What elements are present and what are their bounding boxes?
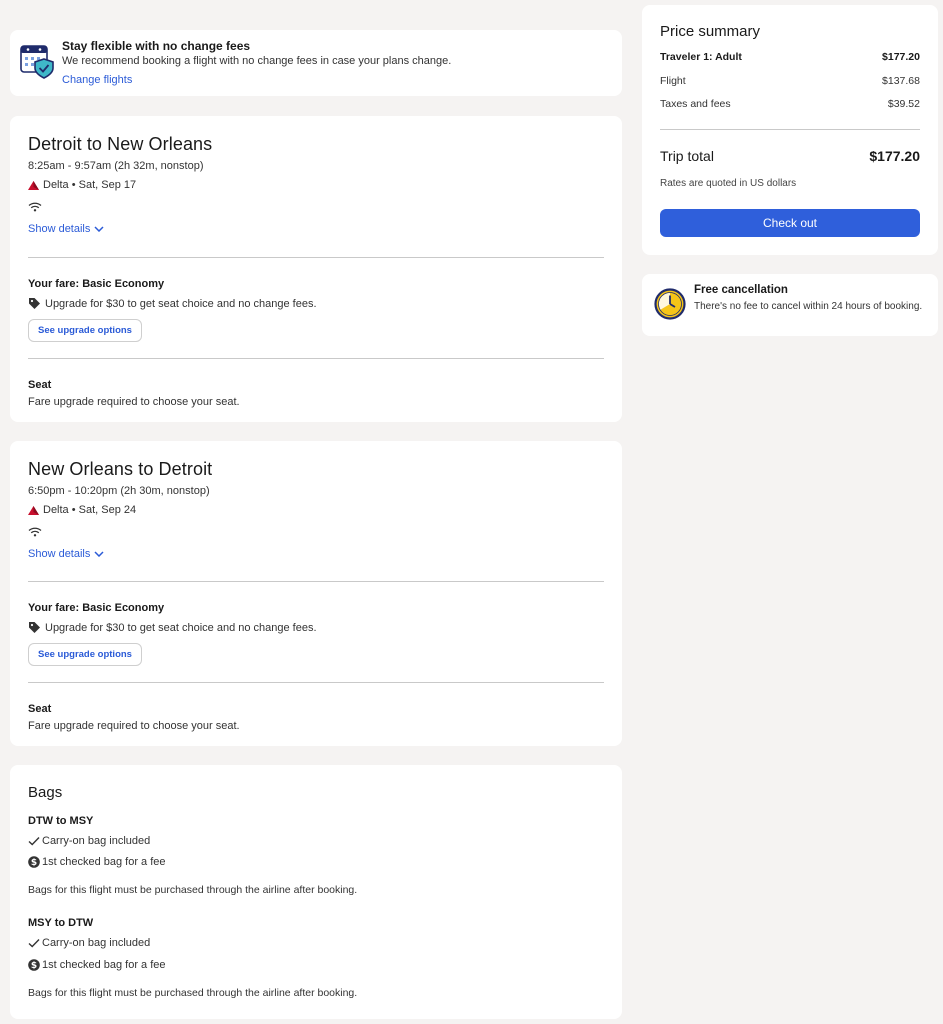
flight-airline: Delta • Sat, Sep 17: [28, 179, 136, 191]
show-details-link[interactable]: Show details: [28, 548, 104, 560]
upgrade-info: Upgrade for $30 to get seat choice and n…: [28, 297, 317, 310]
divider: [660, 129, 920, 130]
checkmark-icon: [28, 837, 40, 846]
upgrade-text: Upgrade for $30 to get seat choice and n…: [45, 621, 317, 634]
checkmark-icon: [28, 939, 40, 948]
trip-total-row: Trip total $177.20: [660, 148, 920, 164]
price-summary-title: Price summary: [660, 23, 761, 40]
flight-card-outbound: Detroit to New Orleans 8:25am - 9:57am (…: [10, 116, 622, 422]
delta-logo-icon: [28, 505, 39, 515]
bags-note: Bags for this flight must be purchased t…: [28, 884, 358, 896]
flight-price-amount: $137.68: [882, 75, 920, 87]
tag-icon: [29, 622, 40, 633]
currency-note: Rates are quoted in US dollars: [660, 178, 797, 189]
change-flights-link[interactable]: Change flights: [62, 74, 132, 86]
wifi-icon: [28, 202, 42, 212]
price-summary-card: Price summary Traveler 1: Adult $177.20 …: [642, 5, 938, 255]
checked-bag-item: $ 1st checked bag for a fee: [28, 856, 166, 868]
flight-airline: Delta • Sat, Sep 24: [28, 504, 136, 516]
upgrade-info: Upgrade for $30 to get seat choice and n…: [28, 621, 317, 634]
bags-card: Bags DTW to MSY Carry-on bag included $ …: [10, 765, 622, 1019]
divider: [28, 682, 604, 683]
banner-description: We recommend booking a flight with no ch…: [62, 55, 452, 67]
free-cancellation-title: Free cancellation: [694, 284, 788, 296]
calendar-shield-icon: [20, 45, 54, 79]
carry-on-text: Carry-on bag included: [42, 937, 151, 949]
flight-airline-text: Delta • Sat, Sep 24: [43, 504, 137, 516]
checked-bag-text: 1st checked bag for a fee: [42, 959, 166, 971]
flight-price-row: Flight $137.68: [660, 75, 920, 87]
free-cancellation-card: Free cancellation There's no fee to canc…: [642, 274, 938, 336]
fare-title: Your fare: Basic Economy: [28, 278, 165, 290]
flight-price-label: Flight: [660, 75, 686, 87]
wifi-icon: [28, 527, 42, 537]
no-change-fees-banner: Stay flexible with no change fees We rec…: [10, 30, 622, 96]
clock-icon: [654, 288, 686, 320]
seat-description: Fare upgrade required to choose your sea…: [28, 720, 240, 732]
upgrade-text: Upgrade for $30 to get seat choice and n…: [45, 297, 317, 310]
trip-total-amount: $177.20: [869, 148, 920, 164]
svg-text:$: $: [31, 858, 37, 868]
flight-title: New Orleans to Detroit: [28, 459, 213, 479]
traveler-label: Traveler 1: Adult: [660, 51, 742, 63]
carry-on-item: Carry-on bag included: [28, 835, 150, 847]
svg-text:$: $: [31, 961, 37, 971]
trip-total-label: Trip total: [660, 148, 714, 164]
divider: [28, 581, 604, 582]
taxes-row: Taxes and fees $39.52: [660, 98, 920, 110]
seat-title: Seat: [28, 703, 52, 715]
carry-on-text: Carry-on bag included: [42, 835, 151, 847]
fare-title: Your fare: Basic Economy: [28, 602, 165, 614]
taxes-amount: $39.52: [887, 98, 920, 110]
divider: [28, 257, 604, 258]
tag-icon: [29, 298, 40, 309]
flight-card-return: New Orleans to Detroit 6:50pm - 10:20pm …: [10, 441, 622, 746]
bags-note: Bags for this flight must be purchased t…: [28, 987, 358, 999]
traveler-amount: $177.20: [882, 51, 920, 63]
bags-route: DTW to MSY: [28, 815, 94, 827]
flight-times: 6:50pm - 10:20pm (2h 30m, nonstop): [28, 485, 210, 497]
free-cancellation-description: There's no fee to cancel within 24 hours…: [694, 301, 923, 312]
chevron-down-icon: [94, 551, 104, 557]
seat-title: Seat: [28, 379, 52, 391]
checked-bag-text: 1st checked bag for a fee: [42, 856, 166, 868]
show-details-label: Show details: [28, 223, 91, 235]
divider: [28, 358, 604, 359]
taxes-label: Taxes and fees: [660, 98, 731, 110]
flight-times: 8:25am - 9:57am (2h 32m, nonstop): [28, 160, 204, 172]
seat-description: Fare upgrade required to choose your sea…: [28, 396, 240, 408]
dollar-circle-icon: $: [28, 856, 40, 868]
carry-on-item: Carry-on bag included: [28, 937, 150, 949]
banner-title: Stay flexible with no change fees: [62, 39, 251, 53]
check-out-button[interactable]: Check out: [660, 209, 920, 237]
bags-title: Bags: [28, 784, 63, 801]
see-upgrade-options-button[interactable]: See upgrade options: [28, 643, 142, 666]
show-details-link[interactable]: Show details: [28, 223, 104, 235]
delta-logo-icon: [28, 180, 39, 190]
dollar-circle-icon: $: [28, 959, 40, 971]
bags-route: MSY to DTW: [28, 917, 94, 929]
chevron-down-icon: [94, 226, 104, 232]
traveler-row: Traveler 1: Adult $177.20: [660, 51, 920, 63]
see-upgrade-options-button[interactable]: See upgrade options: [28, 319, 142, 342]
flight-airline-text: Delta • Sat, Sep 17: [43, 179, 137, 191]
flight-title: Detroit to New Orleans: [28, 134, 213, 154]
show-details-label: Show details: [28, 548, 91, 560]
checked-bag-item: $ 1st checked bag for a fee: [28, 959, 166, 971]
